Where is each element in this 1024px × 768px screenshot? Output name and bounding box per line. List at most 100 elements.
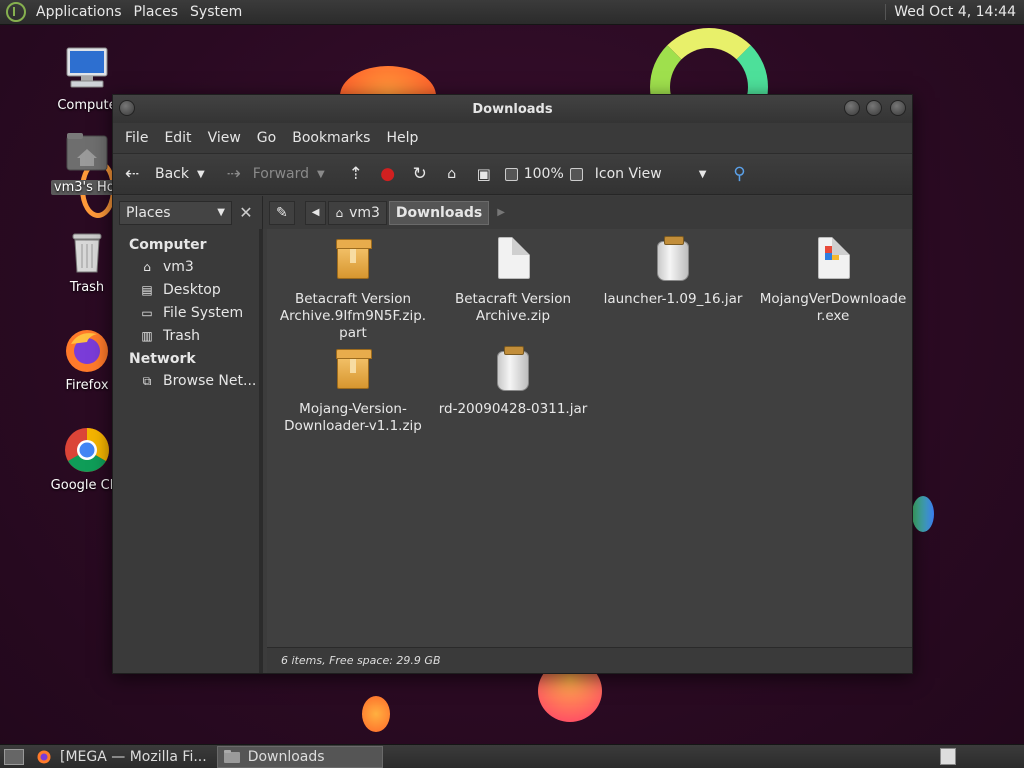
jar-icon (493, 346, 533, 391)
file-item[interactable]: launcher-1.09_16.jar (595, 236, 751, 308)
forward-label: Forward (252, 166, 310, 182)
file-name-line: part (339, 325, 367, 341)
menu-view[interactable]: View (200, 130, 249, 146)
back-button[interactable]: ⇠ Back ▼ (121, 163, 205, 185)
computer-icon[interactable]: ▣ (473, 163, 495, 185)
zoom-out-icon[interactable] (504, 167, 518, 181)
home-icon[interactable]: ⌂ (441, 163, 463, 185)
document-icon (493, 237, 533, 281)
network-icon: ⧉ (142, 373, 152, 388)
sidebar-item-trash[interactable]: ▥ Trash (113, 324, 259, 347)
taskbar-item-label: [MEGA — Mozilla Fi... (60, 748, 207, 765)
taskbar-item-firefox[interactable]: [MEGA — Mozilla Fi... (30, 746, 213, 768)
system-menu[interactable]: System (184, 4, 248, 20)
package-icon (333, 347, 373, 391)
home-icon: ⌂ (143, 259, 151, 274)
back-history-dropdown[interactable]: ▼ (197, 169, 205, 180)
trash-icon: ▥ (141, 328, 153, 343)
close-button[interactable] (890, 100, 906, 116)
breadcrumb-item-downloads[interactable]: Downloads (388, 200, 490, 225)
places-menu[interactable]: Places (128, 4, 185, 20)
folder-icon (223, 749, 240, 764)
menu-go[interactable]: Go (249, 130, 284, 146)
sidebar-item-label: Trash (163, 327, 200, 344)
file-name-line: Downloader-v1.1.zip (284, 418, 422, 434)
executable-icon (813, 237, 853, 281)
window-titlebar[interactable]: Downloads (113, 95, 912, 123)
menu-edit[interactable]: Edit (156, 130, 199, 146)
reload-icon[interactable]: ↻ (409, 163, 431, 185)
file-item[interactable]: Mojang-Version- Downloader-v1.1.zip (275, 347, 431, 435)
window-menu-icon[interactable] (119, 100, 135, 116)
toolbar: ⇠ Back ▼ ⇢ Forward ▼ ⇡ ● ↻ ⌂ ▣ 100% Icon… (113, 153, 912, 195)
drive-icon: ▭ (141, 305, 153, 320)
sidebar-item-label: vm3 (163, 258, 194, 275)
file-item[interactable]: MojangVerDownloade r.exe (755, 237, 911, 325)
home-folder-icon (63, 128, 111, 176)
sidebar-item-label: Browse Net... (163, 372, 257, 389)
top-panel: Applications Places System Wed Oct 4, 14… (0, 0, 1024, 25)
zoom-in-icon[interactable] (569, 167, 583, 181)
file-view[interactable]: Betacraft Version Archive.9Ifm9N5F.zip. … (267, 229, 912, 647)
workspace-switcher[interactable] (940, 748, 956, 765)
arrow-left-icon: ⇠ (124, 164, 140, 184)
package-icon (333, 237, 373, 281)
chevron-left-icon: ◀ (311, 207, 320, 218)
path-scroll-left-button[interactable]: ◀ (304, 200, 327, 225)
menubar: File Edit View Go Bookmarks Help (113, 123, 912, 153)
breadcrumb-label: Downloads (395, 204, 483, 221)
search-icon[interactable]: ⚲ (728, 163, 750, 185)
minimize-button[interactable] (844, 100, 860, 116)
forward-history-dropdown[interactable]: ▼ (317, 169, 325, 180)
bottom-panel: [MEGA — Mozilla Fi... Downloads (0, 744, 1024, 768)
clock[interactable]: Wed Oct 4, 14:44 (885, 4, 1016, 20)
taskbar-item-downloads[interactable]: Downloads (216, 745, 383, 768)
forward-button[interactable]: ⇢ Forward ▼ (223, 163, 325, 185)
edit-icon: ✎ (276, 204, 288, 221)
file-name-line: Mojang-Version- (299, 401, 407, 417)
file-name-line: Betacraft Version (294, 291, 412, 307)
file-name-line: launcher-1.09_16.jar (603, 291, 743, 307)
breadcrumb-label: vm3 (349, 204, 380, 221)
chrome-icon (63, 426, 111, 474)
file-item[interactable]: Betacraft Version Archive.9Ifm9N5F.zip. … (275, 237, 431, 342)
wallpaper-blob-right (912, 496, 934, 532)
close-sidebar-icon[interactable]: ✕ (236, 203, 256, 222)
file-item[interactable]: rd-20090428-0311.jar (435, 346, 591, 418)
toggle-location-entry-button[interactable]: ✎ (269, 200, 295, 225)
sidebar-item-desktop[interactable]: ▤ Desktop (113, 278, 259, 301)
trash-icon (63, 228, 111, 276)
menu-bookmarks[interactable]: Bookmarks (284, 130, 378, 146)
stop-icon[interactable]: ● (377, 163, 399, 185)
firefox-icon (36, 750, 52, 764)
file-manager-window: Downloads File Edit View Go Bookmarks He… (112, 94, 913, 674)
menu-help[interactable]: Help (378, 130, 426, 146)
view-mode-select[interactable]: Icon View ▼ (595, 166, 707, 182)
file-name-line: MojangVerDownloade (759, 291, 907, 307)
computer-icon (63, 46, 111, 94)
file-name-line: Archive.zip (475, 308, 551, 324)
show-desktop-icon[interactable] (4, 748, 24, 765)
zoom-control[interactable]: 100% (504, 166, 564, 182)
file-name-line: Betacraft Version (454, 291, 572, 307)
sidebar-item-file-system[interactable]: ▭ File System (113, 301, 259, 324)
file-item[interactable]: Betacraft Version Archive.zip (435, 237, 591, 325)
sidebar-item-label: File System (163, 304, 244, 321)
menu-file[interactable]: File (117, 130, 156, 146)
distro-logo-icon[interactable] (6, 2, 26, 22)
firefox-icon (63, 326, 111, 374)
sidebar-heading-computer: Computer (129, 237, 207, 253)
sidebar-item-browse-network[interactable]: ⧉ Browse Net... (113, 369, 259, 392)
path-scroll-right-button[interactable]: ▶ (497, 207, 505, 218)
zoom-level: 100% (523, 166, 564, 182)
places-label: Places (126, 204, 171, 221)
sidebar-item-vm3[interactable]: ⌂ vm3 (113, 255, 259, 278)
maximize-button[interactable] (866, 100, 882, 116)
breadcrumb-item-vm3[interactable]: ⌂ vm3 (328, 200, 387, 225)
places-dropdown[interactable]: Places ▼ (119, 200, 232, 225)
applications-menu[interactable]: Applications (30, 4, 128, 20)
sidebar-selector: Places ▼ ✕ (113, 196, 263, 229)
up-icon[interactable]: ⇡ (345, 163, 367, 185)
jar-icon (653, 236, 693, 281)
file-name-line: Archive.9Ifm9N5F.zip. (279, 308, 427, 324)
